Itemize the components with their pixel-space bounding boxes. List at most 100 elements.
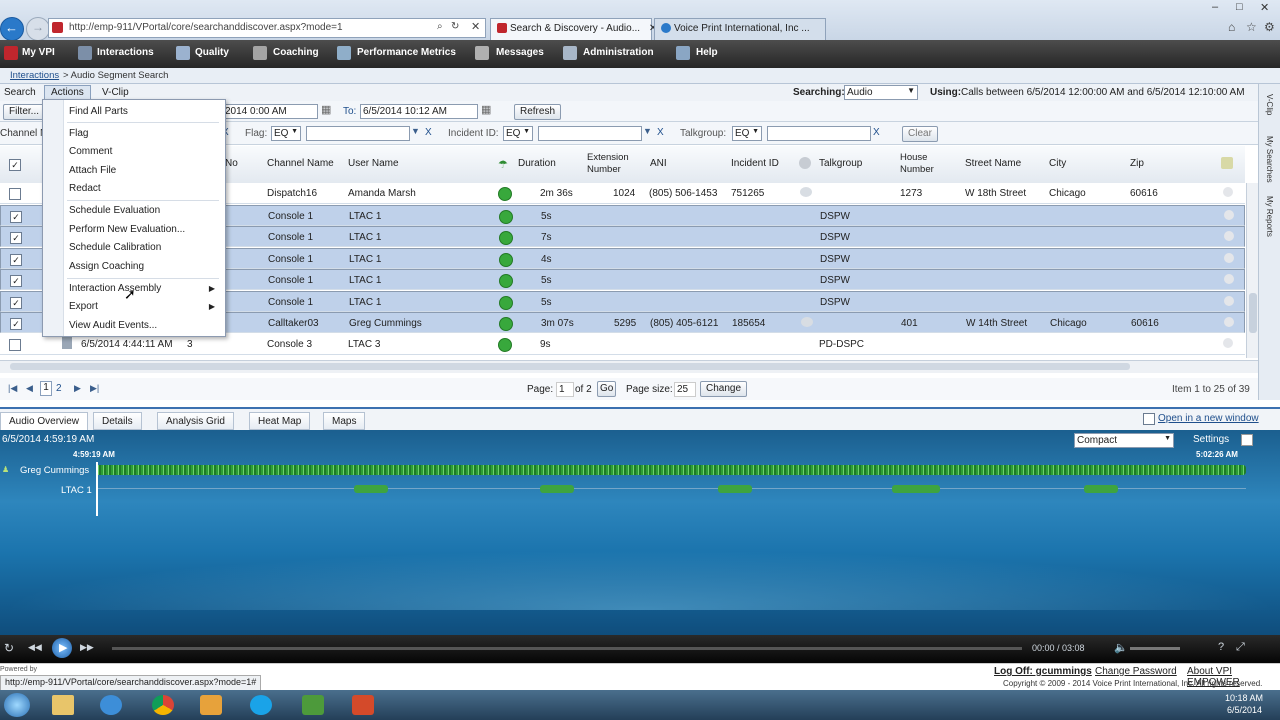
prev-page-icon[interactable]: ◀ (26, 383, 33, 394)
row-action-icon[interactable] (1224, 296, 1234, 306)
rail-my-searches[interactable]: My Searches (1265, 136, 1274, 183)
row-checkbox[interactable]: ✓ (10, 297, 22, 309)
menu-attach-file[interactable]: Attach File (69, 165, 116, 176)
chrome-taskbar-icon[interactable] (152, 695, 174, 715)
next-page-icon[interactable]: ▶ (74, 383, 81, 394)
row-action-icon[interactable] (1223, 338, 1233, 348)
address-bar[interactable]: http://emp-911/VPortal/core/searchanddis… (48, 18, 486, 38)
tab-voice-print[interactable]: Voice Print International, Inc ... (654, 18, 826, 40)
col-user-name[interactable]: User Name (348, 158, 399, 169)
home-icon[interactable]: ⌂ (1228, 20, 1235, 34)
grid-horizontal-scrollbar[interactable] (0, 360, 1258, 373)
change-password-link[interactable]: Change Password (1095, 666, 1177, 677)
forward-button[interactable]: → (26, 17, 50, 41)
logoff-link[interactable]: Log Off: gcummings (994, 666, 1092, 677)
col-street-name[interactable]: Street Name (965, 158, 1021, 169)
flag-operator-select[interactable]: EQ ▼ (271, 126, 301, 141)
filter-funnel-icon[interactable]: ▼ (411, 126, 420, 136)
filter-funnel-icon[interactable]: ▼ (643, 126, 652, 136)
tab-audio-overview[interactable]: Audio Overview (0, 412, 89, 430)
col-duration[interactable]: Duration (518, 158, 556, 169)
playhead[interactable] (96, 462, 98, 516)
rail-my-reports[interactable]: My Reports (1265, 196, 1274, 237)
volume-icon[interactable]: 🔈 (1114, 641, 1128, 654)
first-page-icon[interactable]: |◀ (8, 383, 17, 394)
loop-icon[interactable]: ↻ (4, 641, 14, 655)
close-icon[interactable]: ✕ (471, 20, 480, 33)
row-action-icon[interactable] (1224, 231, 1234, 241)
segment-block[interactable] (892, 485, 940, 493)
clear-button[interactable]: Clear (902, 126, 938, 142)
app-taskbar-icon[interactable] (302, 695, 324, 715)
to-date-input[interactable]: 6/5/2014 10:12 AM (360, 104, 478, 119)
searching-select[interactable]: Audio ▼ (844, 85, 918, 100)
open-new-window-checkbox[interactable] (1143, 413, 1155, 425)
fullscreen-icon[interactable]: ⤢ (1236, 641, 1245, 654)
segment-block[interactable] (718, 485, 752, 493)
settings-link[interactable]: Settings (1193, 434, 1229, 445)
refresh-button[interactable]: Refresh (514, 104, 562, 120)
calendar-icon[interactable]: ▦ (321, 103, 331, 116)
vclip-menu[interactable]: V-Clip (102, 87, 129, 98)
talkgroup-column-icon[interactable] (799, 157, 811, 169)
back-button[interactable]: ← (0, 17, 24, 41)
minimize-icon[interactable]: – (1212, 1, 1218, 13)
page-link-1[interactable]: 1 (40, 381, 52, 396)
col-zip[interactable]: Zip (1130, 158, 1144, 169)
app-taskbar-icon[interactable] (200, 695, 222, 715)
select-all-checkbox[interactable]: ✓ (9, 159, 21, 171)
fast-forward-icon[interactable]: ▶▶ (80, 642, 94, 653)
play-button[interactable]: ▶ (52, 638, 72, 658)
search-menu[interactable]: Search (4, 87, 36, 98)
refresh-icon[interactable]: ↻ (451, 21, 459, 32)
incident-filter-input[interactable] (538, 126, 642, 141)
ie-taskbar-icon[interactable] (100, 695, 122, 715)
row-checkbox[interactable]: ✓ (10, 211, 22, 223)
explorer-taskbar-icon[interactable] (52, 695, 74, 715)
nav-help[interactable]: Help (696, 47, 718, 58)
menu-redact[interactable]: Redact (69, 183, 101, 194)
close-window-icon[interactable]: ✕ (1260, 1, 1269, 14)
clear-filter-x[interactable]: X (657, 127, 664, 138)
incident-operator-select[interactable]: EQ ▼ (503, 126, 533, 141)
segment-block[interactable] (354, 485, 388, 493)
row-checkbox[interactable]: ✓ (10, 275, 22, 287)
calendar-icon[interactable]: ▦ (481, 103, 491, 116)
nav-coaching[interactable]: Coaching (273, 47, 319, 58)
last-page-icon[interactable]: ▶| (90, 383, 99, 394)
app-taskbar-icon[interactable] (352, 695, 374, 715)
talkgroup-filter-input[interactable] (767, 126, 871, 141)
view-mode-select[interactable]: Compact ▼ (1074, 433, 1174, 448)
row-action-icon[interactable] (1224, 253, 1234, 263)
row-checkbox[interactable]: ✓ (10, 254, 22, 266)
table-row[interactable]: 6/5/2014 4:44:11 AM 3 Console 3 LTAC 3 9s PD-… (0, 334, 1245, 355)
row-checkbox[interactable]: ✓ (10, 318, 22, 330)
menu-schedule-evaluation[interactable]: Schedule Evaluation (69, 205, 160, 216)
menu-assign-coaching[interactable]: Assign Coaching (69, 261, 144, 272)
talkgroup-operator-select[interactable]: EQ ▼ (732, 126, 762, 141)
clear-filter-x[interactable]: X (425, 127, 432, 138)
rewind-icon[interactable]: ◀◀ (28, 642, 42, 653)
tab-analysis-grid[interactable]: Analysis Grid (157, 412, 234, 430)
col-ani[interactable]: ANI (650, 158, 667, 169)
segment-block[interactable] (1084, 485, 1118, 493)
go-button[interactable]: Go (597, 381, 617, 397)
page-size-input[interactable]: 25 (674, 382, 696, 397)
flag-filter-input[interactable] (306, 126, 410, 141)
rail-vclip[interactable]: V-Clip (1265, 94, 1274, 115)
col-city[interactable]: City (1049, 158, 1066, 169)
menu-perform-new-evaluation[interactable]: Perform New Evaluation... (69, 224, 185, 235)
clear-filter-x[interactable]: X (873, 127, 880, 138)
tab-heat-map[interactable]: Heat Map (249, 412, 311, 430)
menu-interaction-assembly[interactable]: Interaction Assembly (69, 283, 161, 294)
row-action-icon[interactable] (1224, 274, 1234, 284)
col-house-number[interactable]: House Number (900, 152, 934, 176)
search-icon[interactable]: ⌕ (437, 21, 443, 32)
help-icon[interactable]: ? (1218, 641, 1224, 653)
breadcrumb-interactions[interactable]: Interactions (10, 70, 59, 81)
column-chooser-icon[interactable] (1221, 157, 1233, 169)
col-channel-name[interactable]: Channel Name (267, 158, 334, 169)
filter-button[interactable]: Filter... (3, 104, 46, 120)
skype-taskbar-icon[interactable] (250, 695, 272, 715)
row-action-icon[interactable] (1223, 187, 1233, 197)
